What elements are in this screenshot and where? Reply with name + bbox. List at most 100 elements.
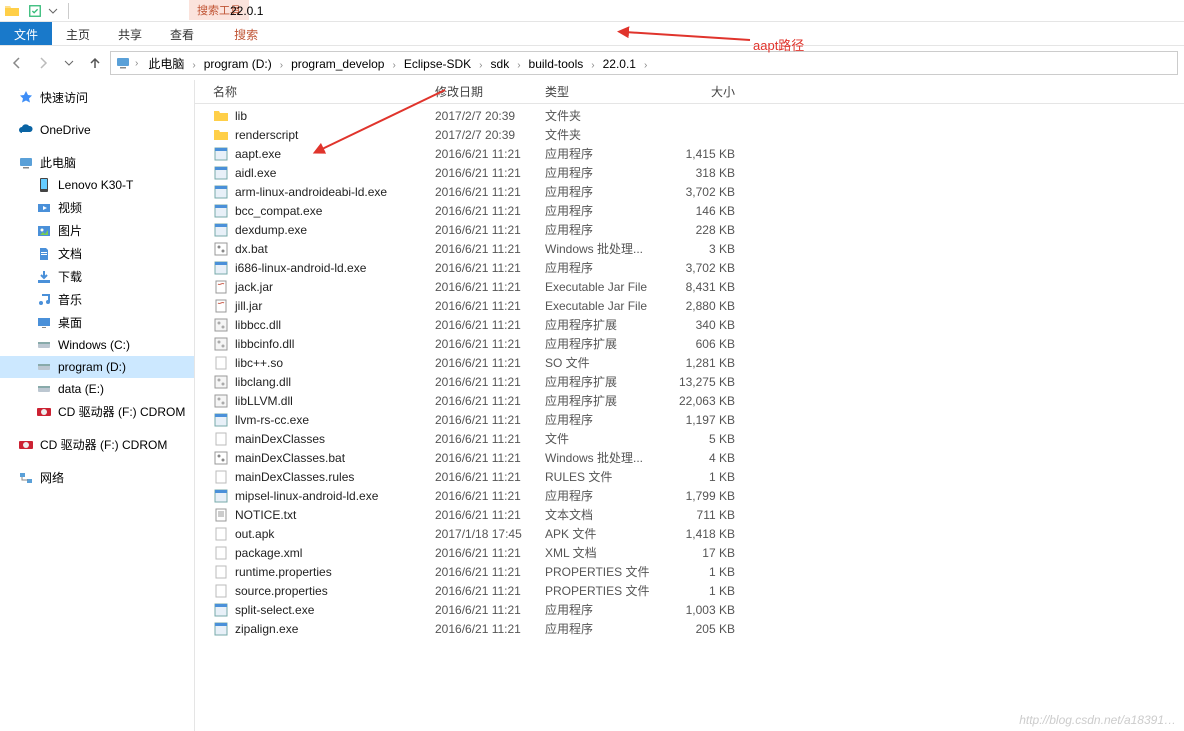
file-row[interactable]: dexdump.exe2016/6/21 11:21应用程序228 KB: [195, 220, 1184, 239]
breadcrumb-segment[interactable]: sdk: [485, 55, 516, 73]
file-row[interactable]: libbcinfo.dll2016/6/21 11:21应用程序扩展606 KB: [195, 334, 1184, 353]
file-name: mainDexClasses.rules: [235, 470, 354, 484]
sidebar-item[interactable]: 音乐: [0, 288, 194, 311]
file-row[interactable]: source.properties2016/6/21 11:21PROPERTI…: [195, 581, 1184, 600]
sidebar-item[interactable]: program (D:): [0, 356, 194, 378]
column-header-type[interactable]: 类型: [545, 83, 665, 100]
folder-icon: [4, 3, 20, 19]
exe-icon: [213, 488, 229, 504]
folder-icon: [213, 127, 229, 143]
file-name: i686-linux-android-ld.exe: [235, 261, 366, 275]
file-size: 5 KB: [665, 432, 745, 446]
sidebar-item-label: 视频: [58, 199, 82, 216]
file-row[interactable]: libclang.dll2016/6/21 11:21应用程序扩展13,275 …: [195, 372, 1184, 391]
chevron-right-icon[interactable]: ›: [515, 60, 522, 71]
tab-share[interactable]: 共享: [104, 22, 156, 45]
file-date: 2016/6/21 11:21: [435, 508, 545, 522]
breadcrumb-segment[interactable]: build-tools: [523, 55, 590, 73]
file-row[interactable]: mipsel-linux-android-ld.exe2016/6/21 11:…: [195, 486, 1184, 505]
column-header-date[interactable]: 修改日期: [435, 83, 545, 100]
sidebar-onedrive[interactable]: OneDrive: [0, 119, 194, 141]
file-name: mipsel-linux-android-ld.exe: [235, 489, 378, 503]
chevron-right-icon[interactable]: ›: [477, 60, 484, 71]
file-row[interactable]: out.apk2017/1/18 17:45APK 文件1,418 KB: [195, 524, 1184, 543]
txt-icon: [213, 507, 229, 523]
file-row[interactable]: jack.jar2016/6/21 11:21Executable Jar Fi…: [195, 277, 1184, 296]
breadcrumb-segment[interactable]: program_develop: [285, 55, 390, 73]
chevron-right-icon[interactable]: ›: [589, 60, 596, 71]
chevron-right-icon[interactable]: ›: [190, 60, 197, 71]
nav-up-button[interactable]: [84, 52, 106, 74]
column-header-name[interactable]: 名称: [195, 83, 435, 100]
file-row[interactable]: libbcc.dll2016/6/21 11:21应用程序扩展340 KB: [195, 315, 1184, 334]
file-size: 1,281 KB: [665, 356, 745, 370]
sidebar-item[interactable]: 桌面: [0, 311, 194, 334]
file-row[interactable]: zipalign.exe2016/6/21 11:21应用程序205 KB: [195, 619, 1184, 638]
sidebar-cd-drive-2[interactable]: CD 驱动器 (F:) CDROM: [0, 433, 194, 456]
file-row[interactable]: lib2017/2/7 20:39文件夹: [195, 106, 1184, 125]
sidebar-label: CD 驱动器 (F:) CDROM: [40, 436, 167, 453]
file-row[interactable]: mainDexClasses.bat2016/6/21 11:21Windows…: [195, 448, 1184, 467]
navigation-pane[interactable]: 快速访问 OneDrive 此电脑 Lenovo K30-T 视频图片文档下载音乐…: [0, 80, 195, 731]
file-row[interactable]: jill.jar2016/6/21 11:21Executable Jar Fi…: [195, 296, 1184, 315]
arrow-right-icon: [35, 55, 51, 71]
sidebar-item[interactable]: 图片: [0, 219, 194, 242]
tab-home[interactable]: 主页: [52, 22, 104, 45]
nav-recent-button[interactable]: [58, 52, 80, 74]
exe-icon: [213, 165, 229, 181]
chevron-right-icon[interactable]: ›: [642, 60, 649, 71]
file-row[interactable]: mainDexClasses.rules2016/6/21 11:21RULES…: [195, 467, 1184, 486]
tab-file[interactable]: 文件: [0, 22, 52, 45]
sidebar-this-pc[interactable]: 此电脑: [0, 151, 194, 174]
sidebar-item[interactable]: Windows (C:): [0, 334, 194, 356]
tab-search[interactable]: 搜索: [220, 22, 272, 45]
file-row[interactable]: arm-linux-androideabi-ld.exe2016/6/21 11…: [195, 182, 1184, 201]
file-type: Windows 批处理...: [545, 449, 665, 466]
file-row[interactable]: aidl.exe2016/6/21 11:21应用程序318 KB: [195, 163, 1184, 182]
sidebar-item[interactable]: 文档: [0, 242, 194, 265]
address-bar[interactable]: › 此电脑›program (D:)›program_develop›Eclip…: [110, 51, 1178, 75]
dll-icon: [213, 317, 229, 333]
breadcrumb-segment[interactable]: 此电脑: [142, 55, 190, 73]
sidebar-quick-access[interactable]: 快速访问: [0, 86, 194, 109]
nav-back-button[interactable]: [6, 52, 28, 74]
qat-dropdown-icon[interactable]: [48, 6, 58, 16]
sidebar-network[interactable]: 网络: [0, 466, 194, 489]
file-row[interactable]: dx.bat2016/6/21 11:21Windows 批处理...3 KB: [195, 239, 1184, 258]
file-row[interactable]: mainDexClasses2016/6/21 11:21文件5 KB: [195, 429, 1184, 448]
file-row[interactable]: aapt.exe2016/6/21 11:21应用程序1,415 KB: [195, 144, 1184, 163]
tab-view[interactable]: 查看: [156, 22, 208, 45]
phone-icon: [36, 177, 52, 193]
file-row[interactable]: bcc_compat.exe2016/6/21 11:21应用程序146 KB: [195, 201, 1184, 220]
sidebar-item[interactable]: Lenovo K30-T: [0, 174, 194, 196]
file-type: XML 文档: [545, 544, 665, 561]
file-row[interactable]: renderscript2017/2/7 20:39文件夹: [195, 125, 1184, 144]
sidebar-item[interactable]: data (E:): [0, 378, 194, 400]
file-row[interactable]: split-select.exe2016/6/21 11:21应用程序1,003…: [195, 600, 1184, 619]
file-row[interactable]: llvm-rs-cc.exe2016/6/21 11:21应用程序1,197 K…: [195, 410, 1184, 429]
breadcrumb-segment[interactable]: Eclipse-SDK: [398, 55, 477, 73]
file-row[interactable]: libLLVM.dll2016/6/21 11:21应用程序扩展22,063 K…: [195, 391, 1184, 410]
properties-icon[interactable]: [28, 4, 42, 18]
file-row[interactable]: i686-linux-android-ld.exe2016/6/21 11:21…: [195, 258, 1184, 277]
nav-forward-button[interactable]: [32, 52, 54, 74]
breadcrumb-segment[interactable]: 22.0.1: [597, 55, 642, 73]
column-header-size[interactable]: 大小: [665, 83, 745, 100]
chevron-right-icon[interactable]: ›: [278, 60, 285, 71]
file-row[interactable]: runtime.properties2016/6/21 11:21PROPERT…: [195, 562, 1184, 581]
file-icon: [213, 355, 229, 371]
sidebar-item[interactable]: 下载: [0, 265, 194, 288]
sidebar-item[interactable]: 视频: [0, 196, 194, 219]
titlebar: 搜索工具 22.0.1: [0, 0, 1184, 22]
sidebar-item[interactable]: CD 驱动器 (F:) CDROM: [0, 400, 194, 423]
file-row[interactable]: NOTICE.txt2016/6/21 11:21文本文档711 KB: [195, 505, 1184, 524]
file-name: renderscript: [235, 128, 298, 142]
breadcrumb-segment[interactable]: program (D:): [198, 55, 278, 73]
file-size: 13,275 KB: [665, 375, 745, 389]
file-row[interactable]: package.xml2016/6/21 11:21XML 文档17 KB: [195, 543, 1184, 562]
file-name: mainDexClasses: [235, 432, 325, 446]
file-icon: [213, 431, 229, 447]
chevron-right-icon[interactable]: ›: [390, 60, 397, 71]
chevron-right-icon[interactable]: ›: [133, 58, 140, 69]
file-row[interactable]: libc++.so2016/6/21 11:21SO 文件1,281 KB: [195, 353, 1184, 372]
